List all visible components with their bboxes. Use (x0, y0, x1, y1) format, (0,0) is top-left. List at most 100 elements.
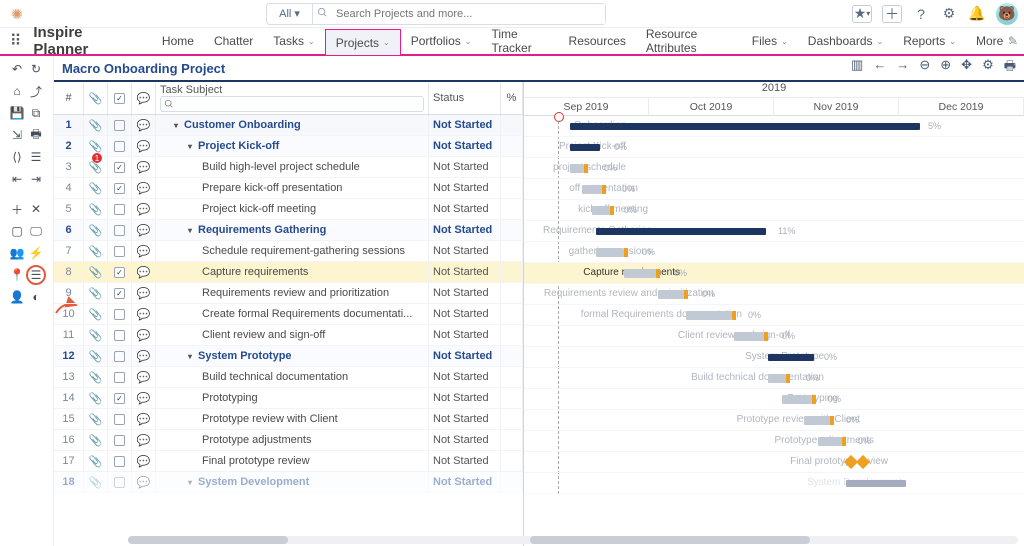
checkbox[interactable] (108, 304, 132, 324)
checkbox[interactable]: ✓ (108, 157, 132, 177)
gantt-row[interactable]: Final prototype review (524, 452, 1024, 473)
attachment-icon[interactable]: 📎 (84, 409, 108, 429)
attachment-icon[interactable]: 📎 (84, 304, 108, 324)
nav-next-icon[interactable]: → (896, 57, 909, 79)
compass-icon[interactable]: ◐ (29, 290, 43, 304)
comment-icon[interactable]: 💬 (132, 388, 156, 408)
gantt-bar[interactable] (624, 269, 656, 278)
checkbox[interactable] (108, 241, 132, 261)
col-checkbox[interactable]: ✓ (108, 82, 132, 114)
comment-icon[interactable]: 💬 (132, 304, 156, 324)
checkbox[interactable] (108, 472, 132, 492)
task-row-10[interactable]: 10📎💬Create formal Requirements documenta… (54, 304, 523, 325)
checkbox[interactable] (108, 220, 132, 240)
bolt-icon[interactable]: ⚡ (29, 246, 43, 260)
team-icon[interactable]: 👥 (10, 246, 24, 260)
checkbox[interactable] (108, 409, 132, 429)
comment-icon[interactable]: 💬 (132, 136, 156, 156)
comment-icon[interactable]: 💬 (132, 346, 156, 366)
nav-projects[interactable]: Projects⌄ (325, 29, 401, 55)
code-icon[interactable]: ⟨⟩ (10, 150, 24, 164)
col-attachment[interactable]: 📎 (84, 82, 108, 114)
zoom-out-icon[interactable]: ⊖ (919, 57, 930, 79)
task-row-4[interactable]: 4📎✓💬Prepare kick-off presentationNot Sta… (54, 178, 523, 199)
task-row-18[interactable]: 18📎💬▾System DevelopmentNot Started (54, 472, 523, 493)
nav-reports[interactable]: Reports⌄ (893, 28, 966, 54)
checkbox[interactable] (108, 430, 132, 450)
attachment-icon[interactable]: 📎 (84, 157, 108, 177)
gantt-bar[interactable] (570, 123, 920, 130)
settings-gear-icon[interactable]: ⚙ (982, 57, 994, 79)
gantt-bar[interactable] (846, 480, 906, 487)
user-icon[interactable]: 👤 (10, 290, 24, 304)
attachment-icon[interactable]: 📎 (84, 325, 108, 345)
list-icon[interactable]: ☰ (29, 150, 43, 164)
attachment-icon[interactable]: 📎 (84, 472, 108, 492)
attachment-icon[interactable]: 📎 (84, 262, 108, 282)
attachment-icon[interactable]: 📎 (84, 220, 108, 240)
checkbox[interactable] (108, 325, 132, 345)
gantt-row[interactable]: Requirements Gathering11% (524, 221, 1024, 242)
gantt-bar[interactable] (686, 311, 732, 320)
gantt-row[interactable]: formal Requirements documentation0% (524, 305, 1024, 326)
external-icon[interactable]: ⤴ (29, 84, 43, 98)
task-row-12[interactable]: 12📎💬▾System PrototypeNot Started (54, 346, 523, 367)
pin-icon[interactable]: 📍 (10, 268, 24, 282)
gantt-row[interactable]: Prototyping0% (524, 389, 1024, 410)
nav-time-tracker[interactable]: Time Tracker (481, 28, 558, 54)
gantt-row[interactable]: Requirements review and prioritization0% (524, 284, 1024, 305)
attachment-icon[interactable]: 📎 (84, 367, 108, 387)
comment-icon[interactable]: 💬 (132, 325, 156, 345)
expand-icon[interactable]: ▾ (188, 226, 196, 235)
nav-resource-attributes[interactable]: Resource Attributes (636, 28, 742, 54)
print-icon[interactable]: 🖶 (29, 128, 43, 142)
task-row-3[interactable]: 3📎✓💬Build high-level project scheduleNot… (54, 157, 523, 178)
gantt-bar[interactable] (570, 164, 584, 173)
expand-icon[interactable]: ▾ (188, 142, 196, 151)
copy-icon[interactable]: ⧉ (29, 106, 43, 120)
attachment-icon[interactable]: 📎 (84, 199, 108, 219)
app-launcher-icon[interactable]: ⠿ (6, 31, 25, 51)
gantt-row[interactable]: Project Kick-off0% (524, 137, 1024, 158)
gantt-row[interactable]: Prototype adjustments0% (524, 431, 1024, 452)
add-icon[interactable]: ＋ (10, 202, 24, 216)
gantt-chart[interactable]: 2019 Sep 2019Oct 2019Nov 2019Dec 2019 On… (524, 82, 1024, 546)
attachment-icon[interactable]: 📎 (84, 430, 108, 450)
task-row-16[interactable]: 16📎💬Prototype adjustmentsNot Started (54, 430, 523, 451)
comment-icon[interactable]: 💬 (132, 472, 156, 492)
task-row-11[interactable]: 11📎💬Client review and sign-offNot Starte… (54, 325, 523, 346)
attachment-icon[interactable]: 📎 (84, 451, 108, 471)
favorites-button[interactable]: ★▾ (852, 5, 872, 23)
gantt-bar[interactable] (804, 416, 830, 425)
checkbox[interactable] (108, 451, 132, 471)
help-icon[interactable]: ? (912, 5, 930, 23)
comment-icon[interactable]: 💬 (132, 157, 156, 177)
comment-icon[interactable]: 💬 (132, 199, 156, 219)
undo-icon[interactable]: ↶ (10, 62, 24, 76)
comment-icon[interactable]: 💬 (132, 430, 156, 450)
nav-tasks[interactable]: Tasks⌄ (263, 28, 324, 54)
task-row-8[interactable]: 8📎✓💬Capture requirementsNot Started (54, 262, 523, 283)
attachment-icon[interactable]: 📎 (84, 178, 108, 198)
save-icon[interactable]: 💾 (10, 106, 24, 120)
global-search[interactable]: All▾ (266, 3, 606, 25)
gantt-bar[interactable] (658, 290, 684, 299)
nav-portfolios[interactable]: Portfolios⌄ (401, 28, 482, 54)
attachment-icon[interactable]: 📎 (84, 241, 108, 261)
task-row-13[interactable]: 13📎💬Build technical documentationNot Sta… (54, 367, 523, 388)
gantt-bar[interactable] (570, 144, 600, 151)
detail-pane-icon[interactable]: ☰ (26, 265, 46, 285)
gantt-row[interactable]: project schedule0% (524, 158, 1024, 179)
nav-dashboards[interactable]: Dashboards⌄ (798, 28, 893, 54)
checkbox[interactable] (108, 115, 132, 135)
col-subject[interactable]: Task Subject (156, 82, 429, 114)
checkbox[interactable]: ✓ (108, 178, 132, 198)
monitor-icon[interactable]: 🖵 (29, 224, 43, 238)
task-row-5[interactable]: 5📎💬Project kick-off meetingNot Started (54, 199, 523, 220)
comment-icon[interactable]: 💬 (132, 451, 156, 471)
columns-icon[interactable]: ▥ (851, 57, 863, 79)
gantt-row[interactable]: Build technical documentation0% (524, 368, 1024, 389)
gantt-bar[interactable] (782, 395, 812, 404)
nav-home[interactable]: Home (152, 28, 204, 54)
gantt-row[interactable]: Prototype review with Client0% (524, 410, 1024, 431)
